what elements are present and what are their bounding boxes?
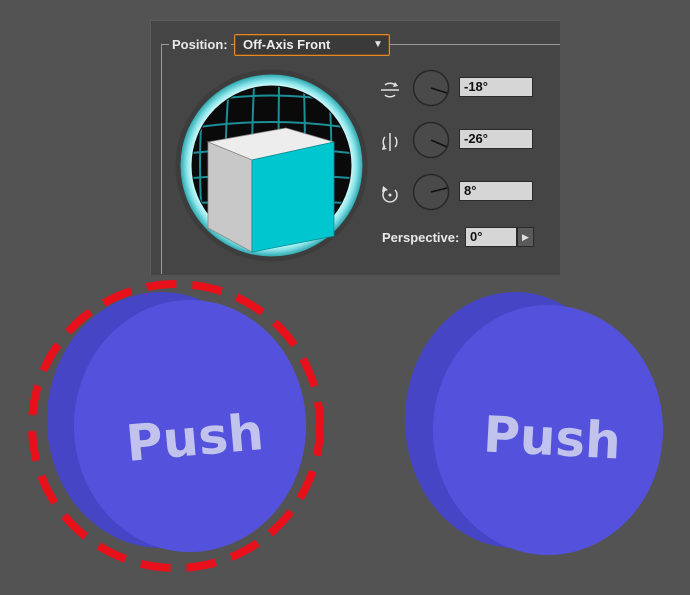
push-buttons-artwork: Push Push [28,280,663,572]
push-button-right-label: Push [482,405,622,470]
push-button-left-label: Push [124,403,266,473]
push-button-left: Push [47,292,306,552]
push-button-right: Push [405,292,663,555]
